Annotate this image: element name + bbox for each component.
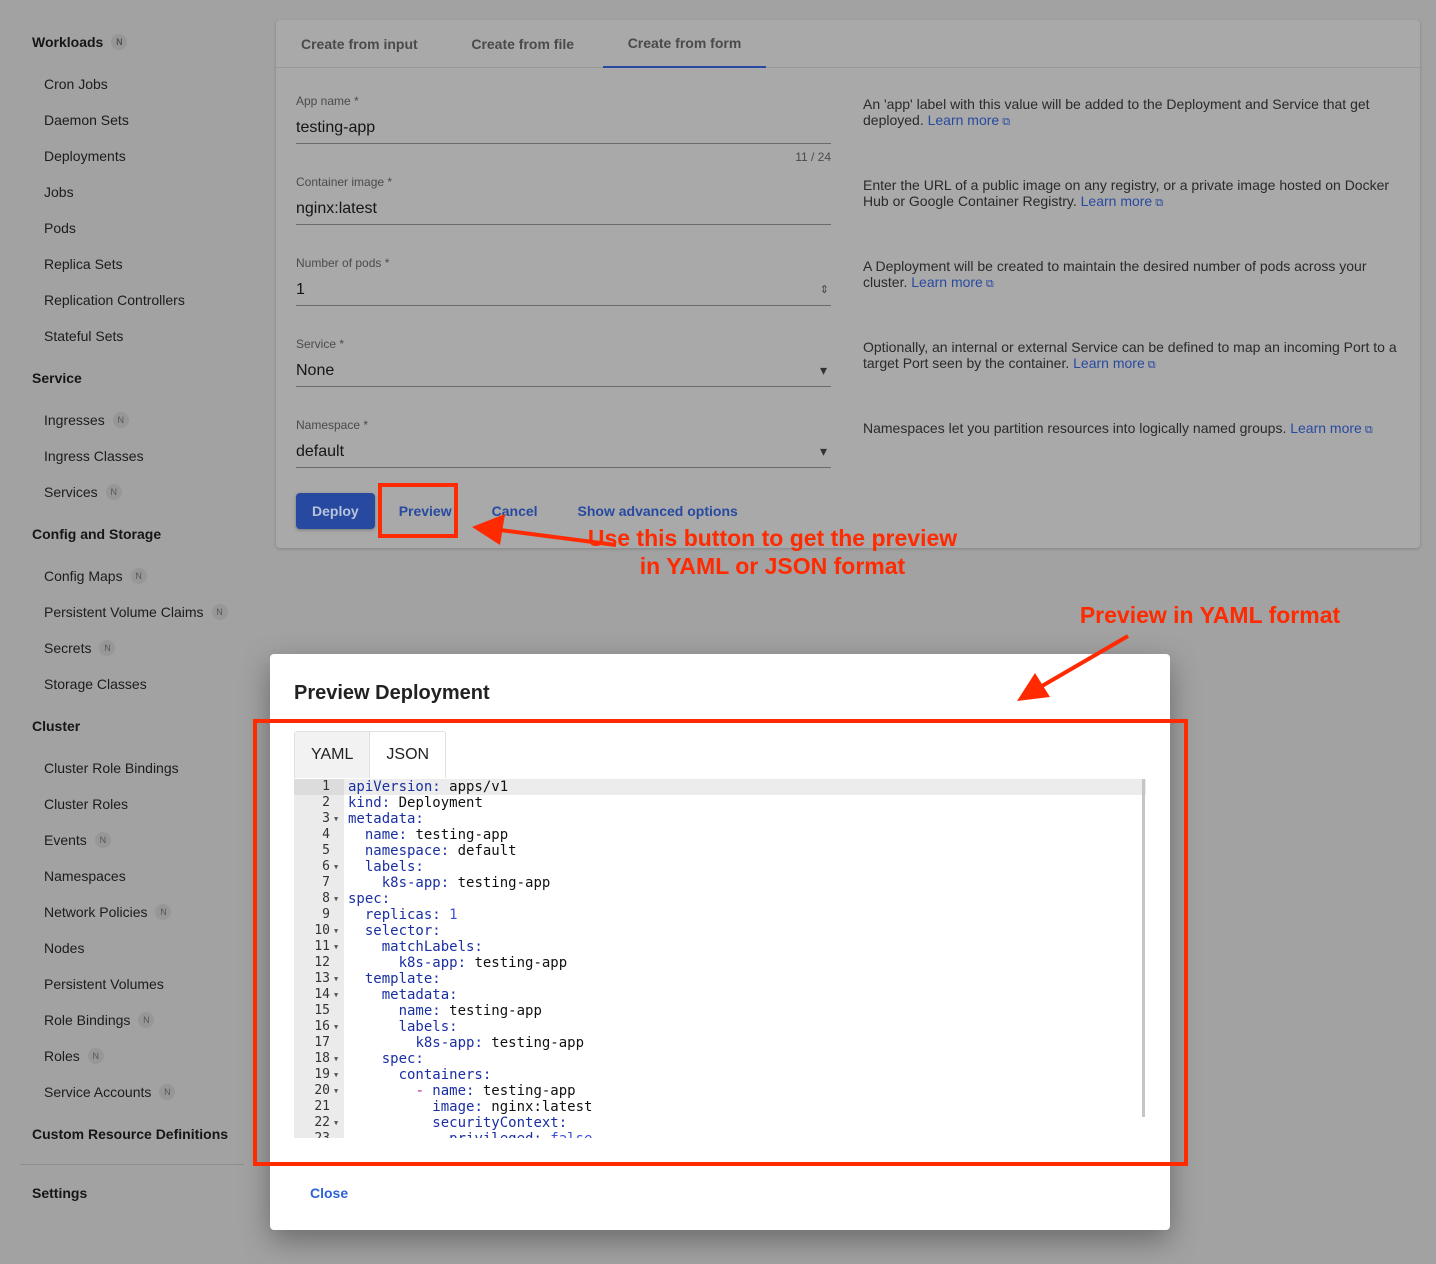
arrow-to-yaml	[1040, 634, 1130, 688]
arrowhead-icon	[472, 514, 505, 545]
arrowhead-icon	[1017, 673, 1050, 701]
annotation-arrows	[472, 514, 1130, 701]
arrow-to-preview	[499, 528, 617, 547]
